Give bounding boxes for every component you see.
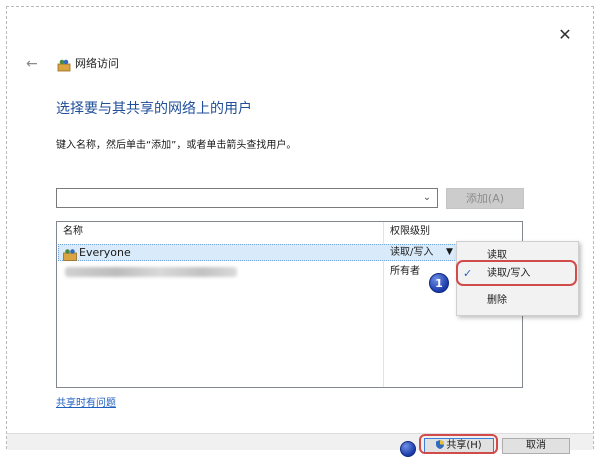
permission-cell-owner: 所有者: [390, 266, 420, 277]
annotation-highlight-ring: [456, 260, 577, 286]
step-badge: 1: [429, 273, 449, 293]
dropdown-arrow-icon[interactable]: ▼: [446, 244, 453, 261]
sharing-help-link[interactable]: 共享时有问题: [56, 397, 116, 411]
chevron-down-icon[interactable]: ⌄: [420, 191, 434, 205]
window-title: 网络访问: [75, 57, 119, 70]
user-group-icon: [63, 246, 77, 261]
add-button[interactable]: 添加(A): [446, 188, 524, 209]
close-icon[interactable]: ✕: [556, 26, 574, 44]
column-header-permission[interactable]: 权限级别: [390, 222, 430, 241]
back-arrow-icon[interactable]: ←: [26, 56, 42, 72]
blurred-user-name: [65, 267, 237, 277]
cancel-button[interactable]: 取消: [502, 438, 570, 454]
user-name-combobox[interactable]: ⌄: [56, 188, 438, 208]
annotation-highlight-ring-share: [419, 434, 498, 454]
menu-item-delete[interactable]: 删除: [487, 293, 507, 309]
page-heading: 选择要与其共享的网络上的用户: [56, 101, 252, 117]
permission-cell[interactable]: 读取/写入: [390, 244, 433, 261]
user-name-cell: Everyone: [79, 246, 131, 259]
network-share-icon: [57, 57, 71, 72]
instruction-text: 键入名称，然后单击“添加”，或者单击箭头查找用户。: [56, 140, 297, 151]
step-badge-2: [400, 441, 416, 457]
users-table: 名称 权限级别 Everyone 读取/写入 ▼ 所有者: [56, 221, 523, 388]
column-header-name[interactable]: 名称: [63, 222, 83, 241]
